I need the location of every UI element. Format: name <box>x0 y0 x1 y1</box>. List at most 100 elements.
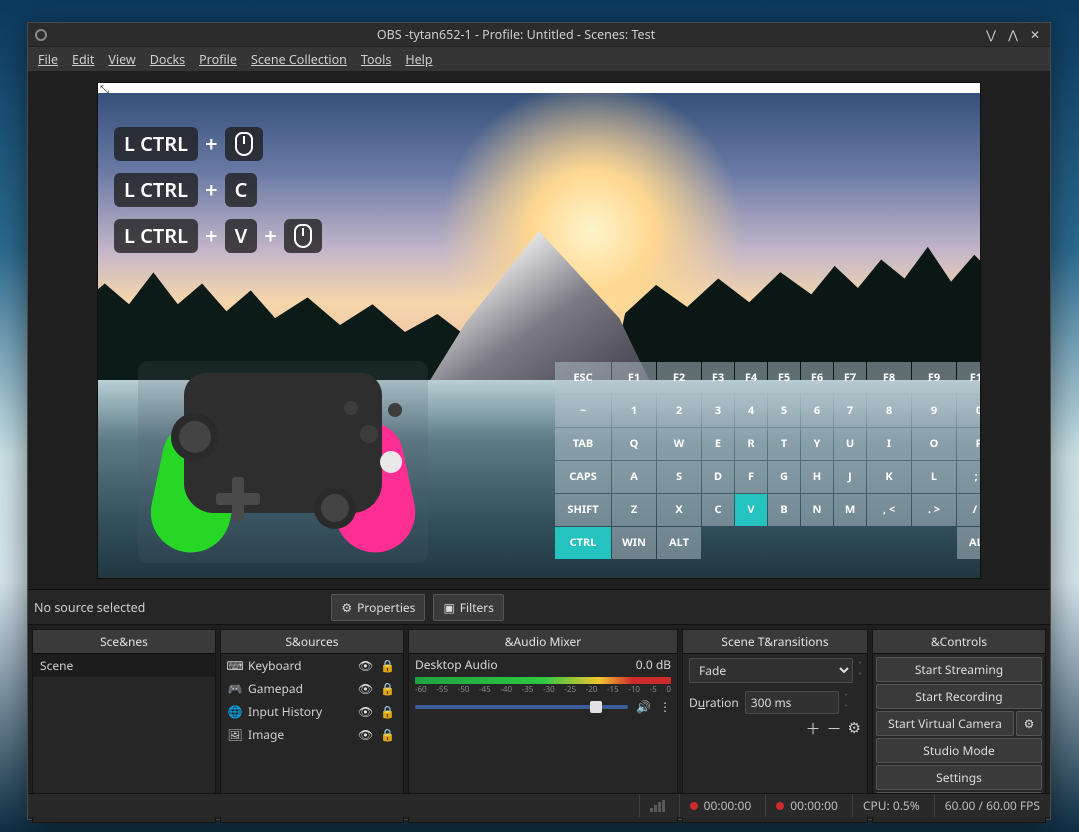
app-icon <box>28 28 54 42</box>
lock-toggle[interactable]: 🔒 <box>380 680 396 697</box>
studio-mode-button[interactable]: Studio Mode <box>876 738 1042 763</box>
source-row[interactable]: 🌐Input History👁🔒 <box>221 700 403 723</box>
visibility-toggle[interactable]: 👁 <box>358 726 374 743</box>
key-alt: ALT <box>657 527 701 559</box>
duration-input[interactable] <box>745 691 839 714</box>
settings-button[interactable]: Settings <box>876 765 1042 790</box>
key-z: Z <box>612 494 656 526</box>
dur-down-icon[interactable]: ˅ <box>845 703 847 714</box>
rec-time: 00:00:00 <box>765 794 838 817</box>
menu-help[interactable]: Help <box>405 51 432 68</box>
start-recording-button[interactable]: Start Recording <box>876 684 1042 709</box>
preview-canvas[interactable]: ⤡ L CTRL+L CTRL+CL CTRL+V+ ESCF1F2F3F4F5… <box>97 82 981 579</box>
mixer-level: 0.0 dB <box>636 656 671 673</box>
transitions-title: Scene T&ransitions <box>683 630 867 654</box>
spin-down-icon[interactable]: ˅ <box>859 671 861 682</box>
key-/ ?: / ? <box>957 494 981 526</box>
key-b: B <box>768 494 800 526</box>
key-w: W <box>657 428 701 460</box>
keycap: L CTRL <box>114 127 198 161</box>
properties-button[interactable]: ⚙Properties <box>331 594 425 621</box>
gamepad-overlay <box>138 361 428 563</box>
visibility-toggle[interactable]: 👁 <box>358 657 374 674</box>
scenes-title: Sce&nes <box>33 630 215 654</box>
key-j: J <box>834 461 866 493</box>
mixer-menu-button[interactable]: ⋮ <box>659 698 671 715</box>
transition-select[interactable]: Fade <box>689 658 853 683</box>
menu-file[interactable]: File <box>38 51 58 68</box>
speaker-icon[interactable]: 🔊 <box>636 698 651 715</box>
start-virtual-camera-button[interactable]: Start Virtual Camera <box>876 711 1014 736</box>
key-l: L <box>912 461 956 493</box>
minimize-button[interactable]: ⋁ <box>984 28 998 42</box>
key-i: I <box>867 428 911 460</box>
visibility-toggle[interactable]: 👁 <box>358 703 374 720</box>
remove-transition-button[interactable]: － <box>827 718 842 739</box>
key-f6: F6 <box>801 362 833 394</box>
menu-docks[interactable]: Docks <box>150 51 185 68</box>
source-row[interactable]: 🎮 Gamepad 👁 🔒 <box>221 677 403 700</box>
filters-icon: ▣ <box>443 599 454 616</box>
keyboard-icon: ⌨ <box>228 657 242 674</box>
key-f: F <box>735 461 767 493</box>
fps-indicator: 60.00 / 60.00 FPS <box>934 794 1040 817</box>
source-row[interactable]: 🖼Image👁🔒 <box>221 723 403 746</box>
key-s: S <box>657 461 701 493</box>
add-transition-button[interactable]: ＋ <box>806 718 821 739</box>
transition-props-button[interactable]: ⚙ <box>848 718 861 739</box>
key-; :: ; : <box>957 461 981 493</box>
menu-tools[interactable]: Tools <box>361 51 391 68</box>
key-esc: ESC <box>555 362 611 394</box>
gamepad-icon: 🎮 <box>228 680 242 697</box>
gear-icon: ⚙ <box>341 599 352 616</box>
key-o: O <box>912 428 956 460</box>
key-f8: F8 <box>867 362 911 394</box>
volume-slider[interactable] <box>415 705 628 709</box>
menu-scene-collection[interactable]: Scene Collection <box>251 51 347 68</box>
key-t: T <box>768 428 800 460</box>
app-window: OBS -tytan652-1 - Profile: Untitled - Sc… <box>27 22 1051 820</box>
key-u: U <box>834 428 866 460</box>
dur-up-icon[interactable]: ˄ <box>845 692 847 703</box>
input-history-row: L CTRL+ <box>114 127 322 161</box>
source-row[interactable]: ⌨Keyboard👁🔒 <box>221 654 403 677</box>
source-label: Image <box>248 726 352 743</box>
lock-toggle[interactable]: 🔒 <box>380 703 396 720</box>
resize-handle-icon[interactable]: ⤡ <box>100 83 109 97</box>
maximize-button[interactable]: ⋀ <box>1006 28 1020 42</box>
key-tab: TAB <box>555 428 611 460</box>
key-d: D <box>702 461 734 493</box>
keycap: V <box>225 219 258 253</box>
lock-toggle[interactable]: 🔒 <box>380 726 396 743</box>
visibility-toggle[interactable]: 👁 <box>358 680 374 697</box>
scene-row[interactable]: Scene <box>33 654 215 677</box>
input-history-row: L CTRL+C <box>114 173 322 207</box>
key-3: 3 <box>702 395 734 427</box>
window-controls: ⋁ ⋀ ✕ <box>978 28 1050 42</box>
virtual-camera-settings-button[interactable]: ⚙ <box>1016 711 1042 736</box>
key-. >: . > <box>912 494 956 526</box>
key-f9: F9 <box>912 362 956 394</box>
key-e: E <box>702 428 734 460</box>
controls-title: &Controls <box>873 630 1045 654</box>
key-y: Y <box>801 428 833 460</box>
start-streaming-button[interactable]: Start Streaming <box>876 657 1042 682</box>
source-header: No source selected ⚙Properties ▣Filters <box>28 589 1050 625</box>
menu-edit[interactable]: Edit <box>72 51 94 68</box>
lock-toggle[interactable]: 🔒 <box>380 657 396 674</box>
key-f3: F3 <box>702 362 734 394</box>
menu-profile[interactable]: Profile <box>199 51 237 68</box>
source-label: Gamepad <box>248 680 352 697</box>
mouse-click-icon <box>284 219 322 253</box>
key-r: R <box>735 428 767 460</box>
key-k: K <box>867 461 911 493</box>
dpad-icon <box>216 477 260 521</box>
filters-button[interactable]: ▣Filters <box>433 594 504 621</box>
menubar: File Edit View Docks Profile Scene Colle… <box>28 47 1050 71</box>
titlebar: OBS -tytan652-1 - Profile: Untitled - Sc… <box>28 23 1050 47</box>
key-f4: F4 <box>735 362 767 394</box>
spin-up-icon[interactable]: ˄ <box>859 660 861 671</box>
globe-icon: 🌐 <box>228 703 242 720</box>
close-button[interactable]: ✕ <box>1028 28 1042 42</box>
menu-view[interactable]: View <box>108 51 135 68</box>
